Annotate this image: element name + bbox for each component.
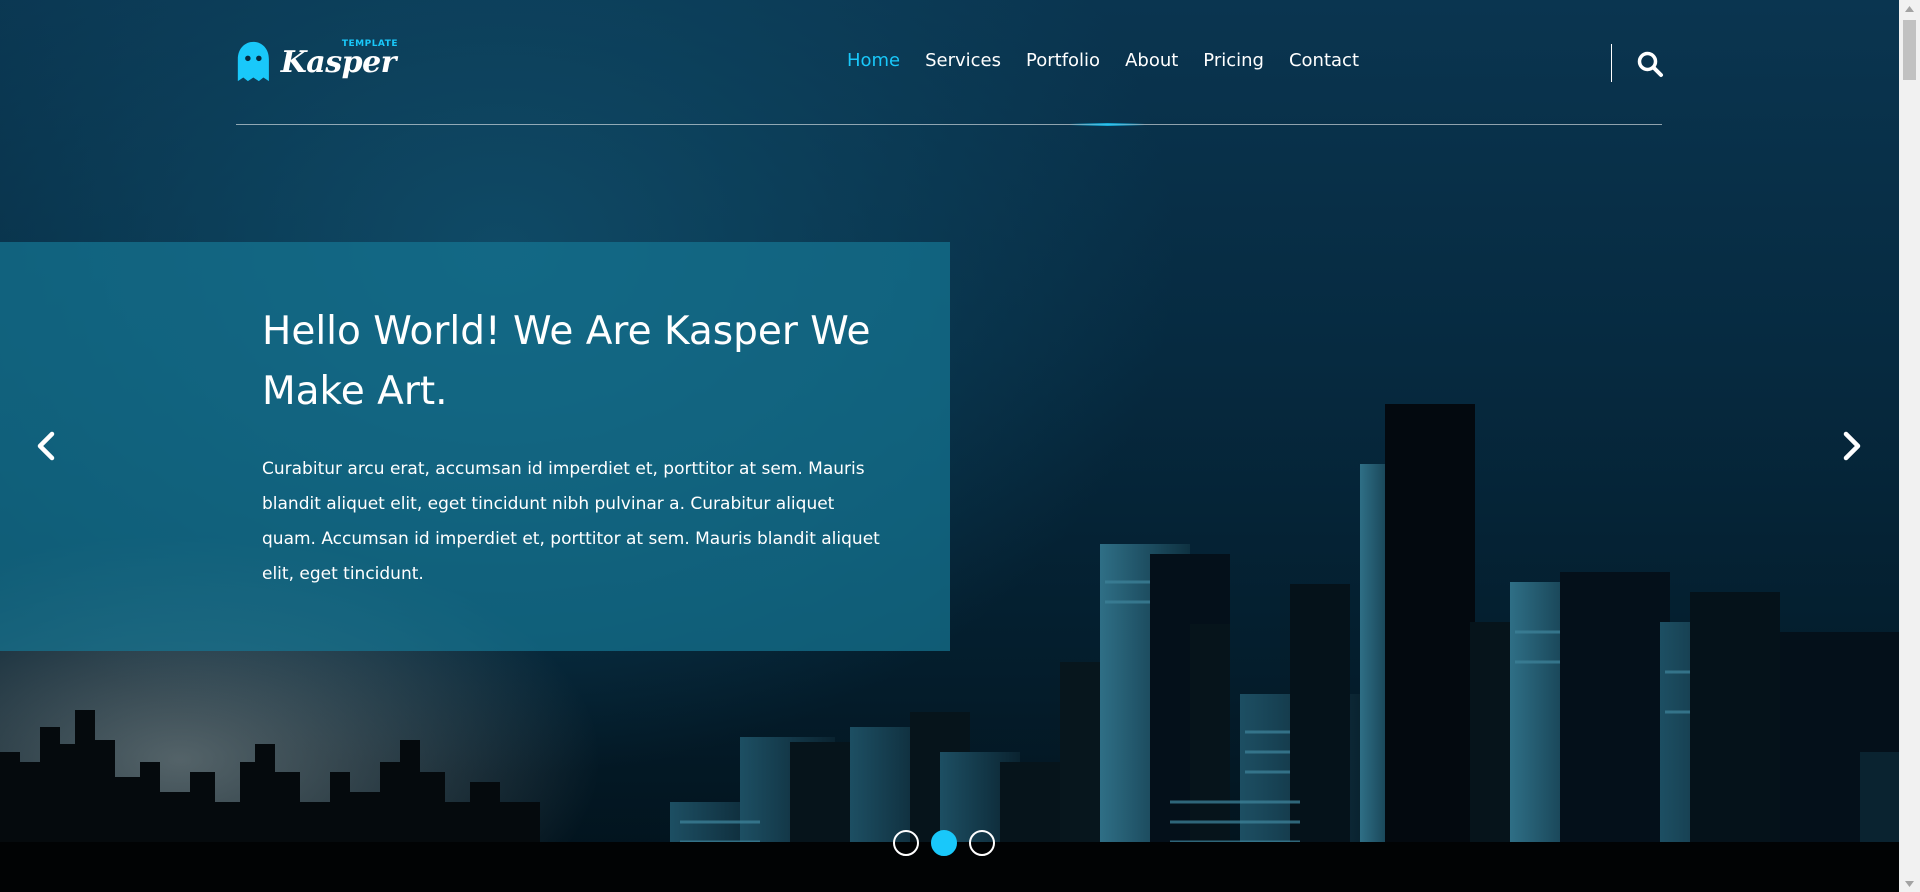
nav-item-portfolio[interactable]: Portfolio [1026, 50, 1100, 71]
logo-name: Kasper [280, 44, 397, 80]
search-icon[interactable] [1636, 50, 1664, 78]
nav-item-home[interactable]: Home [847, 50, 900, 71]
slider-bullet-1[interactable] [893, 830, 919, 856]
hero-slider: TEMPLATE Kasper Home Services Portfolio … [0, 0, 1899, 892]
ghost-logo-icon [237, 41, 269, 82]
chevron-left-icon[interactable] [32, 428, 60, 464]
slider-bullet-3[interactable] [969, 830, 995, 856]
scroll-up-icon[interactable] [1899, 0, 1920, 17]
slide-text: Curabitur arcu erat, accumsan id imperdi… [262, 459, 880, 584]
nav-divider [1611, 44, 1612, 82]
slider-bullet-2[interactable] [931, 830, 957, 856]
nav-item-contact[interactable]: Contact [1289, 50, 1359, 71]
nav-item-pricing[interactable]: Pricing [1203, 50, 1264, 71]
nav-item-about[interactable]: About [1125, 50, 1178, 71]
main-nav: Home Services Portfolio About Pricing Co… [822, 50, 1359, 71]
header-divider-line [236, 124, 1662, 125]
logo-text: TEMPLATE Kasper [280, 39, 398, 80]
logo[interactable]: TEMPLATE Kasper [236, 34, 398, 90]
slide-title: Hello World! We Are Kasper We Make Art. [262, 309, 871, 414]
nav-item-services[interactable]: Services [925, 50, 1001, 71]
scroll-down-icon[interactable] [1899, 875, 1920, 892]
scrollbar-thumb[interactable] [1903, 20, 1916, 80]
chevron-right-icon[interactable] [1838, 428, 1866, 464]
logo-tag: TEMPLATE [341, 38, 398, 49]
active-nav-indicator [1070, 123, 1145, 126]
vertical-scrollbar[interactable] [1899, 0, 1920, 892]
slider-bullets [893, 830, 995, 856]
